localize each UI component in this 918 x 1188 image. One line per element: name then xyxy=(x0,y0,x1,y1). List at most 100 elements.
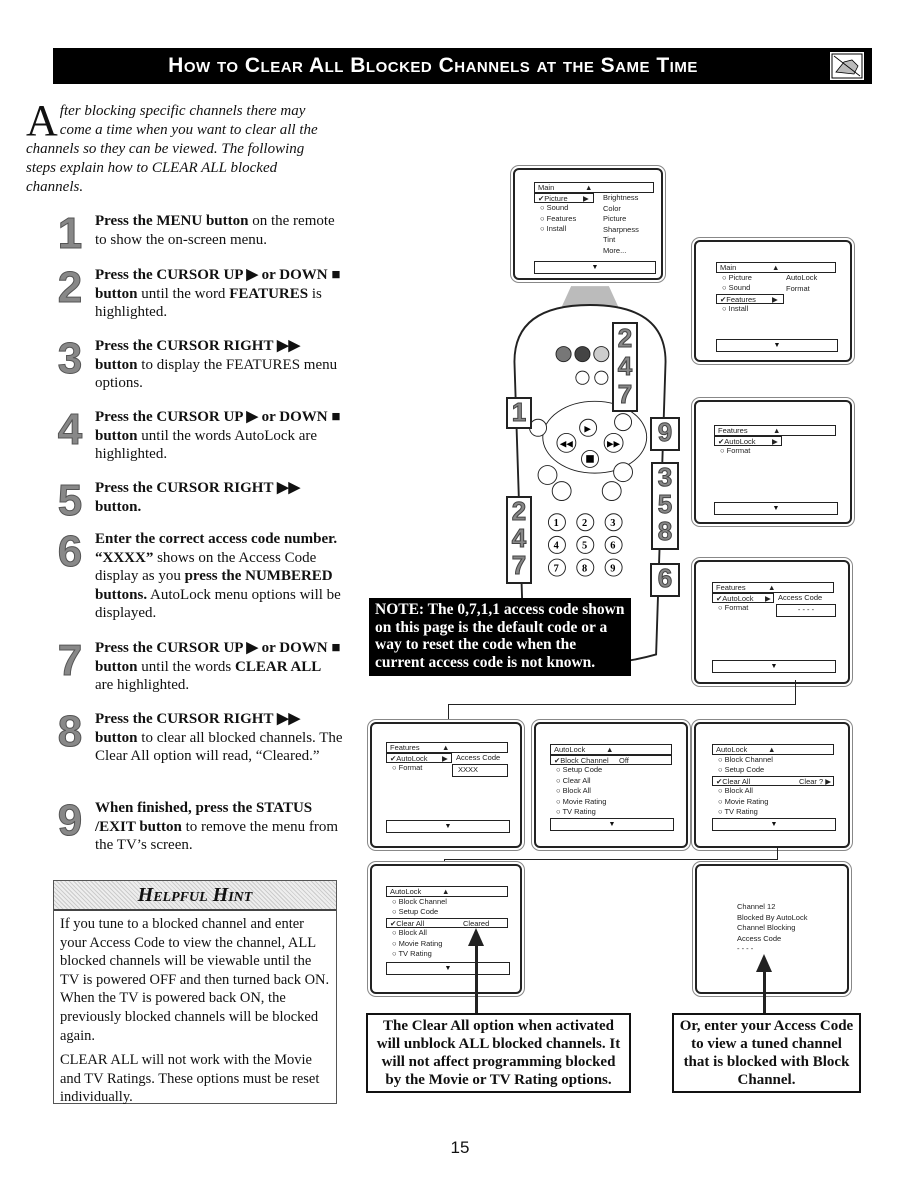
hint-body: If you tune to a blocked channel and ent… xyxy=(54,911,336,1117)
access-code-label: Access Code xyxy=(778,593,823,602)
submenu-item: Brightness xyxy=(603,193,639,202)
submenu-item: Sharpness xyxy=(603,224,639,234)
menu-item: ○ Setup Code xyxy=(392,907,439,916)
step-text-run: Press the MENU button xyxy=(95,213,249,229)
step-callout-9: 9 xyxy=(650,417,680,451)
menu-item: ✔Picture xyxy=(538,193,568,203)
menu-item: ✔AutoLock xyxy=(390,753,428,763)
note-box: NOTE: The 0,7,1,1 access code shown on t… xyxy=(369,598,631,676)
menu-header-label: AutoLock xyxy=(716,745,748,754)
svg-text:▶: ▶ xyxy=(584,424,591,434)
number-key-label: 7 xyxy=(554,563,559,574)
menu-item: ○ TV Rating xyxy=(556,807,596,816)
menu-item: ✔Block Channel xyxy=(554,755,609,765)
access-code-callout: Or, enter your Access Code to view a tun… xyxy=(672,1013,861,1093)
remote-button xyxy=(594,370,609,385)
menu-item: ○ Block All xyxy=(392,928,427,937)
page-title: How to Clear All Blocked Channels at the… xyxy=(168,54,698,77)
step-number: 6 xyxy=(57,527,83,576)
menu-header-label: Features xyxy=(390,743,420,752)
menu-header-label: AutoLock xyxy=(554,745,586,754)
submenu-item: Picture xyxy=(603,214,627,223)
scroll-down-icon: ▼ xyxy=(386,820,510,833)
step-callout-2-4-7: 2 4 7 xyxy=(612,322,638,412)
osd-menu: Main ▲ ○ Picture ○ Sound ✔Features ▶ ○ Ins… xyxy=(716,262,836,315)
quadrasurf-button xyxy=(574,346,591,363)
menu-item: ○ Clear All xyxy=(556,775,591,785)
drop-cap: A xyxy=(26,96,58,145)
message-line: Access Code xyxy=(737,933,782,943)
osd-menu: AutoLock ▲ ✔Block Channel Off ○ Setup Code… xyxy=(550,744,672,818)
menu-item: ○ Format xyxy=(720,446,751,455)
menu-item-selected: ✔AutoLock ▶ xyxy=(386,752,452,763)
osd-menu: Features ▲ ✔AutoLock ▶ ○ Format xyxy=(714,425,836,457)
status-exit-button xyxy=(614,413,633,432)
hint-paragraph: CLEAR ALL will not work with the Movie a… xyxy=(60,1052,320,1106)
menu-button xyxy=(529,418,548,437)
menu-item: ✔Features xyxy=(720,294,756,304)
menu-item: ✔AutoLock xyxy=(718,436,756,446)
tv-screen-xxxx: Features ▲ ✔AutoLock ▶ ○ Format Access Cod… xyxy=(370,722,522,848)
menu-item: ○ Install xyxy=(722,304,749,313)
remote-button xyxy=(575,370,590,385)
menu-header-label: AutoLock xyxy=(390,887,422,896)
quadrasurf-button xyxy=(555,346,572,363)
step-text-run: until the words xyxy=(137,658,236,675)
menu-item: ○ Movie Rating xyxy=(392,938,443,948)
number-key-label: 5 xyxy=(582,541,587,552)
menu-item: ○ Movie Rating xyxy=(556,796,607,806)
scroll-down-icon: ▼ xyxy=(712,818,836,831)
step-text-run: until the word xyxy=(137,285,230,302)
channel-down-button xyxy=(601,481,622,501)
step-callout-2-4-7-left: 2 4 7 xyxy=(506,496,532,584)
menu-header-label: Main xyxy=(538,183,555,192)
submenu-item: Color xyxy=(603,203,621,213)
menu-item: ○ Block Channel xyxy=(392,896,447,906)
number-key-label: 2 xyxy=(582,518,587,529)
step-text: Press the CURSOR UP ▶ or DOWN ■ button u… xyxy=(95,408,343,464)
menu-header: Main ▲ xyxy=(534,182,654,193)
step-text-run: Press the CURSOR RIGHT ▶▶ button. xyxy=(95,480,301,515)
arrow-up-icon xyxy=(468,928,484,946)
number-key-label: 6 xyxy=(610,541,615,552)
menu-item: ○ Movie Rating xyxy=(718,796,769,806)
submenu-list: AutoLock Format xyxy=(786,273,817,294)
menu-item: ○ Sound xyxy=(722,283,751,292)
access-code-field: - - - - xyxy=(776,604,836,617)
menu-item: ○ TV Rating xyxy=(718,807,758,816)
menu-item: ○ Block Channel xyxy=(718,754,773,764)
scroll-down-icon: ▼ xyxy=(534,261,656,274)
menu-item-selected: ✔Picture ▶ xyxy=(534,192,594,203)
menu-item: ✔Clear All xyxy=(390,918,425,928)
menu-header: Features ▲ xyxy=(712,582,834,593)
intro-text: fter blocking specific channels there ma… xyxy=(26,103,318,195)
menu-item-selected: ✔Features ▶ xyxy=(716,293,784,304)
signal-beam xyxy=(561,286,619,307)
scroll-down-icon: ▼ xyxy=(716,339,838,352)
menu-item-selected: ✔Clear All Clear ? ▶ xyxy=(712,775,834,786)
tv-screen-cleared: AutoLock ▲ ○ Block Channel ○ Setup Code ✔… xyxy=(370,864,522,994)
submenu-item: More... xyxy=(603,245,627,255)
step-text-run: CLEAR ALL xyxy=(235,658,322,675)
message-line: Channel 12 xyxy=(737,902,776,911)
svg-text:▶▶: ▶▶ xyxy=(607,439,621,449)
submenu-item: Tint xyxy=(603,235,616,244)
menu-item-selected: ✔Block Channel Off xyxy=(550,754,672,765)
tv-screen-autolock-menu: AutoLock ▲ ✔Block Channel Off ○ Setup Code… xyxy=(534,722,688,848)
step-callout-3-5-8: 3 5 8 xyxy=(651,462,679,550)
menu-header-label: Features xyxy=(716,583,746,592)
volume-down-button xyxy=(551,481,572,501)
volume-up-button xyxy=(537,465,558,485)
step-number: 8 xyxy=(57,707,83,756)
access-code-field: XXXX xyxy=(452,764,508,777)
step-number: 2 xyxy=(57,263,83,312)
clear-all-callout: The Clear All option when activated will… xyxy=(366,1013,631,1093)
message-line: Channel Blocking xyxy=(737,923,796,932)
channel-up-button xyxy=(613,462,633,483)
step-text: When finished, press the STATUS /EXIT bu… xyxy=(95,799,343,855)
menu-item: ○ Setup Code xyxy=(718,765,765,774)
scroll-down-icon: ▼ xyxy=(714,502,838,515)
step-text-run: are highlighted. xyxy=(95,677,190,693)
step-callout-6: 6 xyxy=(650,563,680,597)
tv-screen-blocked-channel: Channel 12 Blocked By AutoLock Channel B… xyxy=(695,864,849,994)
